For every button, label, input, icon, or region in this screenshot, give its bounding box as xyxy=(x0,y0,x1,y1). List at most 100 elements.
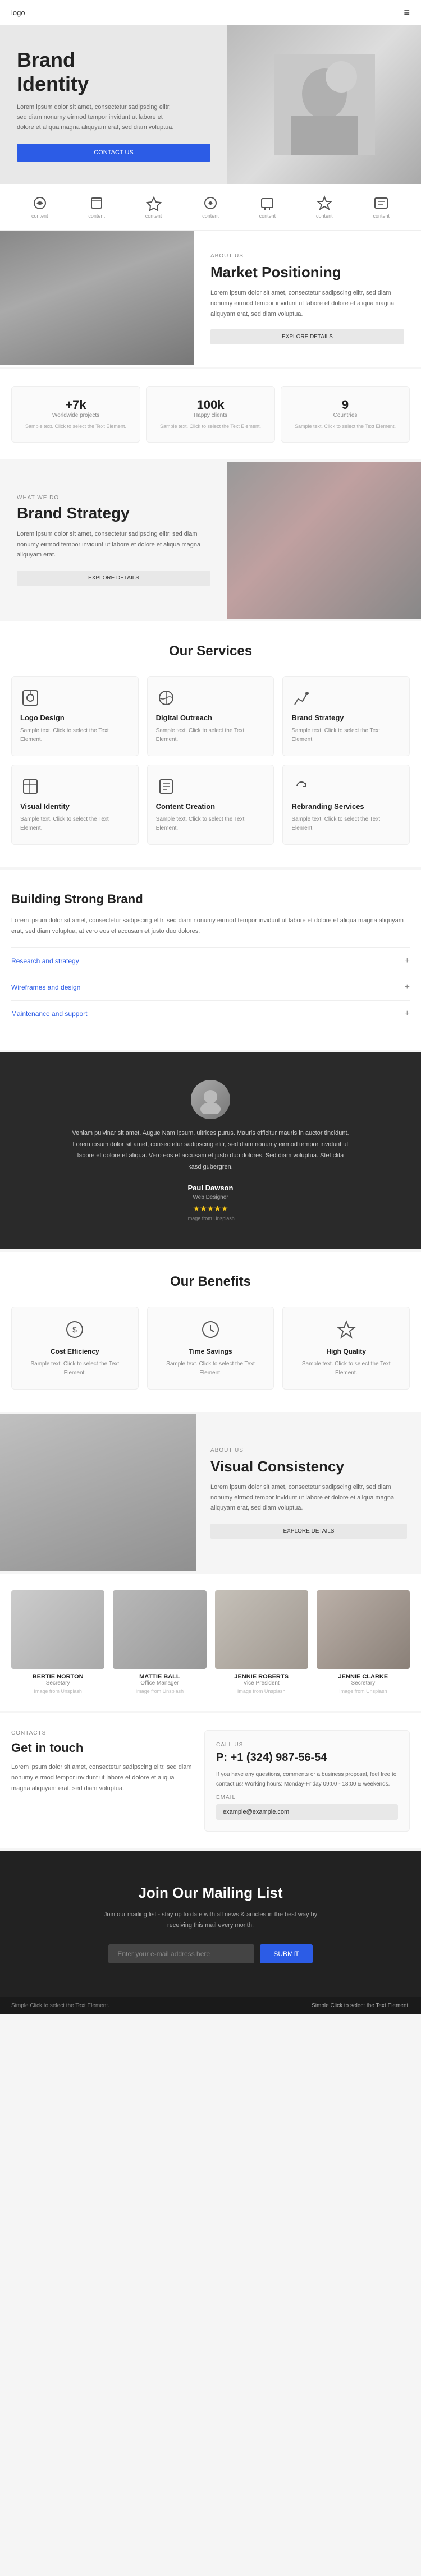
icon-shape-6 xyxy=(317,195,332,211)
team-card-4: JENNIE CLARKE Secretary Image from Unspl… xyxy=(317,1590,410,1694)
icon-label-5: content xyxy=(259,213,276,219)
accordion-item-2[interactable]: Wireframes and design + xyxy=(11,974,410,1001)
footer-link[interactable]: Simple Click to select the Text Element. xyxy=(312,2003,410,2009)
team-grid: BERTIE NORTON Secretary Image from Unspl… xyxy=(11,1590,410,1694)
services-section: Our Services Logo Design Sample text. Cl… xyxy=(0,621,421,867)
icon-item-4[interactable]: content xyxy=(202,195,219,219)
service-card-2: Digital Outreach Sample text. Click to s… xyxy=(147,676,274,756)
stat-text-2: Sample text. Click to select the Text El… xyxy=(155,423,266,431)
icon-item-3[interactable]: content xyxy=(145,195,162,219)
brand-strategy-image xyxy=(227,462,421,619)
icon-shape-3 xyxy=(146,195,162,211)
icon-item-6[interactable]: content xyxy=(316,195,333,219)
testimonial-avatar-image xyxy=(191,1080,230,1119)
accordion-item-3[interactable]: Maintenance and support + xyxy=(11,1001,410,1027)
stat-card-3: 9 Countries Sample text. Click to select… xyxy=(281,386,410,443)
icon-label-1: content xyxy=(31,213,48,219)
accordion-toggle-3[interactable]: + xyxy=(405,1009,410,1019)
hero-section: BrandIdentity Lorem ipsum dolor sit amet… xyxy=(0,25,421,184)
market-title: Market Positioning xyxy=(210,264,404,281)
benefit-card-2: Time Savings Sample text. Click to selec… xyxy=(147,1307,274,1390)
stat-text-3: Sample text. Click to select the Text El… xyxy=(290,423,401,431)
visual-identity-icon xyxy=(20,776,40,797)
svg-text:$: $ xyxy=(72,1325,77,1334)
testimonial-section: Veniam pulvinar sit amet. Augue Nam ipsu… xyxy=(0,1052,421,1249)
testimonial-text: Veniam pulvinar sit amet. Augue Nam ipsu… xyxy=(70,1128,351,1172)
service-card-6: Rebranding Services Sample text. Click t… xyxy=(282,765,410,845)
team-avatar-1 xyxy=(11,1590,104,1669)
mailing-email-input[interactable] xyxy=(108,1944,254,1963)
logo-design-icon xyxy=(20,688,40,708)
accordion-toggle-2[interactable]: + xyxy=(405,982,410,992)
team-card-1: BERTIE NORTON Secretary Image from Unspl… xyxy=(11,1590,104,1694)
contact-right: CALL US P: +1 (324) 987-56-54 If you hav… xyxy=(204,1730,410,1832)
icon-shape-1 xyxy=(32,195,48,211)
testimonial-image-caption: Image from Unsplash xyxy=(17,1216,404,1221)
icon-label-2: content xyxy=(88,213,105,219)
team-avatar-4 xyxy=(317,1590,410,1669)
icon-label-6: content xyxy=(316,213,333,219)
building-text: Lorem ipsum dolor sit amet, consectetur … xyxy=(11,916,410,936)
visual-cta-button[interactable]: EXPLORE DETAILS xyxy=(210,1524,407,1539)
service-name-4: Visual Identity xyxy=(20,802,130,811)
market-label: ABOUT US xyxy=(210,253,404,259)
market-positioning-section: ABOUT US Market Positioning Lorem ipsum … xyxy=(0,231,421,367)
team-section: BERTIE NORTON Secretary Image from Unspl… xyxy=(0,1574,421,1711)
icon-item-5[interactable]: content xyxy=(259,195,276,219)
stat-value-3: 9 xyxy=(290,398,401,412)
hero-cta-button[interactable]: CONTACT US xyxy=(17,144,210,162)
visual-image xyxy=(0,1414,196,1571)
icon-shape-5 xyxy=(259,195,275,211)
icon-shape-2 xyxy=(89,195,104,211)
contact-section: CONTACTS Get in touch Lorem ipsum dolor … xyxy=(0,1713,421,1848)
market-image-placeholder xyxy=(0,231,194,365)
services-grid: Logo Design Sample text. Click to select… xyxy=(11,676,410,845)
accordion-label-2: Wireframes and design xyxy=(11,983,80,991)
hero-image xyxy=(227,25,421,184)
brand-strategy-icon xyxy=(291,688,312,708)
brand-strategy-content: WHAT WE DO Brand Strategy Lorem ipsum do… xyxy=(0,462,227,619)
benefit-text-1: Sample text. Click to select the Text El… xyxy=(20,1360,130,1378)
brand-strategy-cta-button[interactable]: EXPLORE DETAILS xyxy=(17,571,210,586)
service-name-2: Digital Outreach xyxy=(156,714,266,722)
stat-value-2: 100k xyxy=(155,398,266,412)
brand-strategy-text: Lorem ipsum dolor sit amet, consectetur … xyxy=(17,529,210,560)
stat-card-1: +7k Worldwide projects Sample text. Clic… xyxy=(11,386,140,443)
team-avatar-2 xyxy=(113,1590,206,1669)
accordion-toggle-1[interactable]: + xyxy=(405,956,410,966)
benefit-name-1: Cost Efficiency xyxy=(20,1347,130,1355)
contact-info: If you have any questions, comments or a… xyxy=(216,1770,398,1789)
hero-image-placeholder xyxy=(227,25,421,184)
service-text-1: Sample text. Click to select the Text El… xyxy=(20,726,130,744)
icon-item-1[interactable]: content xyxy=(31,195,48,219)
service-card-1: Logo Design Sample text. Click to select… xyxy=(11,676,139,756)
team-avatar-3 xyxy=(215,1590,308,1669)
accordion-item-1[interactable]: Research and strategy + xyxy=(11,947,410,974)
mailing-title: Join Our Mailing List xyxy=(17,1884,404,1902)
cost-efficiency-icon: $ xyxy=(63,1318,86,1341)
stat-value-1: +7k xyxy=(20,398,131,412)
service-card-3: Brand Strategy Sample text. Click to sel… xyxy=(282,676,410,756)
contact-phone: P: +1 (324) 987-56-54 xyxy=(216,1751,398,1764)
service-name-5: Content Creation xyxy=(156,802,266,811)
visual-text: Lorem ipsum dolor sit amet, consectetur … xyxy=(210,1482,407,1514)
team-role-1: Secretary xyxy=(11,1680,104,1686)
menu-icon[interactable]: ≡ xyxy=(404,7,410,19)
testimonial-role: Web Designer xyxy=(17,1194,404,1200)
testimonial-avatar xyxy=(191,1080,230,1119)
stat-label-3: Countries xyxy=(290,412,401,418)
mailing-submit-button[interactable]: SUBMIT xyxy=(260,1944,312,1963)
benefit-text-2: Sample text. Click to select the Text El… xyxy=(156,1360,266,1378)
market-cta-button[interactable]: EXPLORE DETAILS xyxy=(210,329,404,344)
market-image xyxy=(0,231,194,367)
icon-item-7[interactable]: content xyxy=(373,195,390,219)
high-quality-icon xyxy=(335,1318,358,1341)
contact-text: Lorem ipsum dolor sit amet, consectetur … xyxy=(11,1762,193,1793)
header: logo ≡ xyxy=(0,0,421,25)
benefit-card-1: $ Cost Efficiency Sample text. Click to … xyxy=(11,1307,139,1390)
market-text: Lorem ipsum dolor sit amet, consectetur … xyxy=(210,288,404,319)
logo: logo xyxy=(11,8,25,17)
icon-item-2[interactable]: content xyxy=(88,195,105,219)
hero-content: BrandIdentity Lorem ipsum dolor sit amet… xyxy=(0,25,227,184)
services-heading: Our Services xyxy=(11,643,410,659)
